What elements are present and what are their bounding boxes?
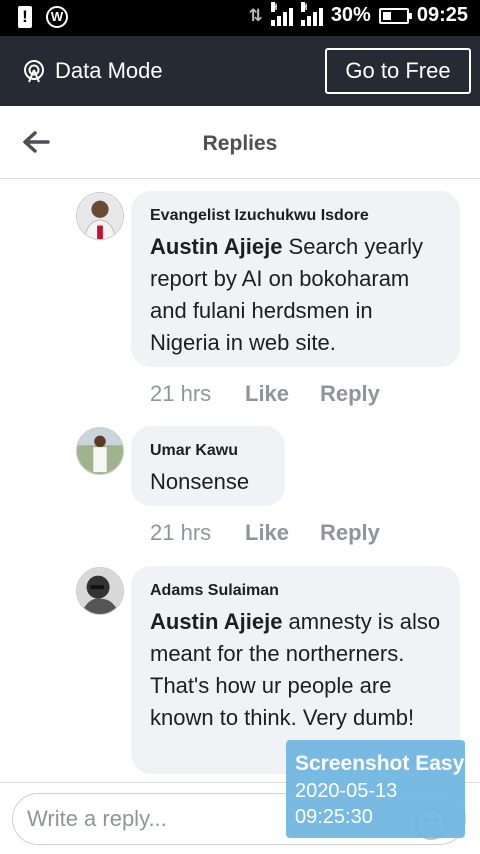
like-button[interactable]: Like xyxy=(245,520,320,546)
replies-header: Replies xyxy=(0,106,480,179)
data-mode-icon xyxy=(24,60,44,83)
mention-link[interactable]: Austin Ajieje xyxy=(150,234,282,259)
comment-timestamp: 21 hrs xyxy=(150,381,212,406)
comment-bubble[interactable]: Evangelist Izuchukwu Isdore Austin Ajiej… xyxy=(131,191,460,367)
page-title: Replies xyxy=(202,132,278,155)
watermark-title: Screenshot Easy xyxy=(295,752,465,775)
battery-percent: 30% xyxy=(330,4,371,26)
data-mode-bar: Data Mode Go to Free xyxy=(0,36,480,106)
alert-icon xyxy=(18,6,32,28)
watermark-date: 2020-05-13 xyxy=(295,780,398,802)
comment-timestamp: 21 hrs xyxy=(150,520,212,545)
signal-icon: H xyxy=(300,1,323,26)
mention-link[interactable]: Austin Ajieje xyxy=(150,609,282,634)
clock: 09:25 xyxy=(416,4,468,26)
comment-text: Austin Ajieje amnesty is also meant for … xyxy=(150,609,441,730)
avatar[interactable] xyxy=(76,567,124,615)
comment-author[interactable]: Adams Sulaiman xyxy=(150,582,442,600)
data-mode-label: Data Mode xyxy=(55,58,163,83)
battery-icon xyxy=(378,7,412,24)
screenshot-watermark: Screenshot Easy 2020-05-13 09:25:30 xyxy=(286,740,465,838)
reply-button[interactable]: Reply xyxy=(320,520,380,546)
reply-button[interactable]: Reply xyxy=(320,381,380,407)
status-bar: W ⇅ H H 30% 09:25 xyxy=(0,0,480,36)
comment-actions: 21 hrs Like Reply xyxy=(150,381,380,407)
go-to-free-button[interactable]: Go to Free xyxy=(325,48,471,94)
data-transfer-icon: ⇅ xyxy=(248,5,263,25)
avatar[interactable] xyxy=(76,192,124,240)
avatar[interactable] xyxy=(76,427,124,475)
watermark-time: 09:25:30 xyxy=(295,806,373,828)
wordpress-icon: W xyxy=(46,6,68,28)
comment-bubble[interactable]: Umar Kawu Nonsense xyxy=(131,426,285,506)
like-button[interactable]: Like xyxy=(245,381,320,407)
comment-author[interactable]: Umar Kawu xyxy=(150,442,267,460)
signal-icon: H xyxy=(270,1,293,26)
comment-text: Austin Ajieje Search yearly report by AI… xyxy=(150,234,424,355)
comment-text: Nonsense xyxy=(150,469,250,494)
comment-actions: 21 hrs Like Reply xyxy=(150,520,380,546)
comment-author[interactable]: Evangelist Izuchukwu Isdore xyxy=(150,207,442,225)
